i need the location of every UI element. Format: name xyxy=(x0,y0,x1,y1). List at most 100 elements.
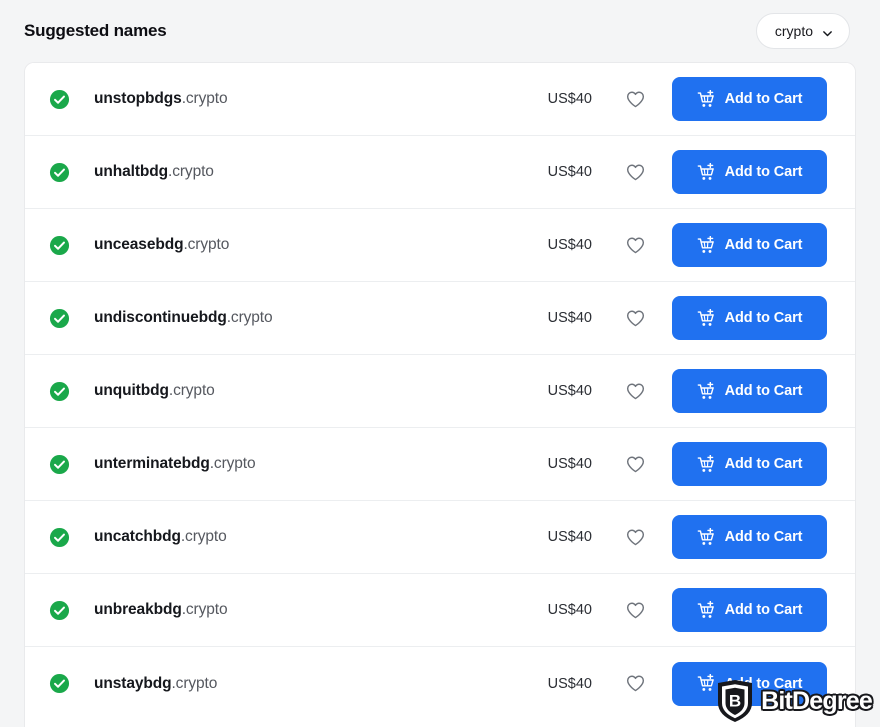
check-circle-icon xyxy=(49,235,70,256)
tld-filter-dropdown[interactable]: crypto xyxy=(755,13,850,49)
domain-name: unceasebdg.crypto xyxy=(94,236,510,254)
check-circle-icon xyxy=(49,673,70,694)
check-circle-icon xyxy=(49,527,70,548)
table-row: unterminatebdg.crypto US$40 Add to Cart xyxy=(25,428,855,501)
domain-tld: .crypto xyxy=(180,528,227,545)
cart-plus-icon xyxy=(697,308,716,328)
favorite-button[interactable] xyxy=(620,449,650,479)
heart-outline-icon xyxy=(625,673,646,694)
cart-plus-icon xyxy=(697,89,716,109)
check-circle-icon xyxy=(49,89,70,110)
domain-sld: uncatchbdg xyxy=(94,528,181,545)
domain-price: US$40 xyxy=(547,456,592,472)
table-row: unquitbdg.crypto US$40 Add to Cart xyxy=(25,355,855,428)
favorite-button[interactable] xyxy=(620,230,650,260)
check-circle-icon xyxy=(49,600,70,621)
add-to-cart-button[interactable]: Add to Cart xyxy=(672,515,827,559)
domain-sld: unterminatebdg xyxy=(94,455,210,472)
check-circle-icon xyxy=(49,381,70,402)
domain-sld: unstaybdg xyxy=(94,674,172,692)
table-row: undiscontinuebdg.crypto US$40 Add to Cart xyxy=(25,282,855,355)
domain-sld: undiscontinuebdg xyxy=(94,309,227,326)
heart-outline-icon xyxy=(625,381,646,402)
heart-outline-icon xyxy=(625,308,646,329)
favorite-button[interactable] xyxy=(620,157,650,187)
domain-tld: .crypto xyxy=(183,236,230,253)
page-header: Suggested names crypto xyxy=(0,0,880,62)
domain-tld: .crypto xyxy=(168,382,215,399)
domain-sld: unstopbdgs xyxy=(94,90,182,107)
cart-plus-icon xyxy=(697,454,716,474)
heart-outline-icon xyxy=(625,162,646,183)
favorite-button[interactable] xyxy=(620,303,650,333)
table-row: unstaybdg.crypto US$40 Add to Cart xyxy=(25,647,855,720)
check-circle-icon xyxy=(49,308,70,329)
add-to-cart-button[interactable]: Add to Cart xyxy=(672,296,827,340)
add-to-cart-label: Add to Cart xyxy=(724,675,803,692)
add-to-cart-button[interactable]: Add to Cart xyxy=(672,150,827,194)
add-to-cart-label: Add to Cart xyxy=(724,383,803,399)
domain-name: undiscontinuebdg.crypto xyxy=(94,309,510,327)
favorite-button[interactable] xyxy=(620,84,650,114)
table-row: uncatchbdg.crypto US$40 Add to Cart xyxy=(25,501,855,574)
add-to-cart-label: Add to Cart xyxy=(724,310,803,326)
domain-name: unbreakbdg.crypto xyxy=(94,601,510,619)
heart-outline-icon xyxy=(625,454,646,475)
favorite-button[interactable] xyxy=(620,669,650,699)
add-to-cart-button[interactable]: Add to Cart xyxy=(672,77,827,121)
domain-name: unquitbdg.crypto xyxy=(94,382,510,400)
check-circle-icon xyxy=(49,162,70,183)
domain-name: unstaybdg.crypto xyxy=(94,675,510,693)
domain-tld: .crypto xyxy=(209,455,256,472)
domain-price: US$40 xyxy=(547,602,592,618)
heart-outline-icon xyxy=(625,235,646,256)
add-to-cart-button[interactable]: Add to Cart xyxy=(672,661,827,706)
table-row: unceasebdg.crypto US$40 Add to Cart xyxy=(25,209,855,282)
heart-outline-icon xyxy=(625,600,646,621)
add-to-cart-button[interactable]: Add to Cart xyxy=(672,369,827,413)
domain-tld: .crypto xyxy=(168,163,214,180)
suggested-names-page: Suggested names crypto unstopbdgs.crypto… xyxy=(0,0,880,727)
domain-price: US$40 xyxy=(547,91,592,107)
table-row: unstopbdgs.crypto US$40 Add to Cart xyxy=(25,63,855,136)
favorite-button[interactable] xyxy=(620,376,650,406)
domain-sld: unceasebdg xyxy=(94,236,184,253)
check-circle-icon xyxy=(49,454,70,475)
domain-price: US$40 xyxy=(547,237,592,253)
add-to-cart-button[interactable]: Add to Cart xyxy=(672,588,827,632)
cart-plus-icon xyxy=(697,235,716,255)
add-to-cart-button[interactable]: Add to Cart xyxy=(672,442,827,486)
domain-name: unhaltbdg.crypto xyxy=(94,163,510,181)
page-title: Suggested names xyxy=(24,21,167,40)
domain-name: unstopbdgs.crypto xyxy=(94,90,510,108)
tld-filter-label: crypto xyxy=(774,23,813,39)
domain-price: US$40 xyxy=(547,164,592,180)
domain-sld: unquitbdg xyxy=(94,382,169,399)
favorite-button[interactable] xyxy=(620,595,650,625)
heart-outline-icon xyxy=(625,527,646,548)
domain-price: US$40 xyxy=(547,529,592,545)
favorite-button[interactable] xyxy=(620,522,650,552)
cart-plus-icon xyxy=(697,600,716,620)
heart-outline-icon xyxy=(625,89,646,110)
add-to-cart-label: Add to Cart xyxy=(724,237,803,253)
domain-tld: .crypto xyxy=(171,674,218,692)
cart-plus-icon xyxy=(697,162,716,182)
domain-sld: unhaltbdg xyxy=(94,163,168,180)
domain-tld: .crypto xyxy=(181,601,228,618)
domain-tld: .crypto xyxy=(181,90,228,107)
add-to-cart-button[interactable]: Add to Cart xyxy=(672,223,827,267)
cart-plus-icon xyxy=(697,381,716,401)
add-to-cart-label: Add to Cart xyxy=(724,91,803,107)
domain-price: US$40 xyxy=(547,310,592,326)
add-to-cart-label: Add to Cart xyxy=(724,456,803,472)
cart-plus-icon xyxy=(697,674,716,693)
suggested-names-list: unstopbdgs.crypto US$40 Add to Cart unhaltb… xyxy=(24,62,856,727)
table-row: unhaltbdg.crypto US$40 Add to Cart xyxy=(25,136,855,209)
add-to-cart-label: Add to Cart xyxy=(724,529,803,545)
domain-price: US$40 xyxy=(547,383,592,399)
domain-name: uncatchbdg.crypto xyxy=(94,528,510,546)
chevron-down-icon xyxy=(822,26,833,37)
domain-price: US$40 xyxy=(547,675,592,692)
domain-tld: .crypto xyxy=(226,309,273,326)
